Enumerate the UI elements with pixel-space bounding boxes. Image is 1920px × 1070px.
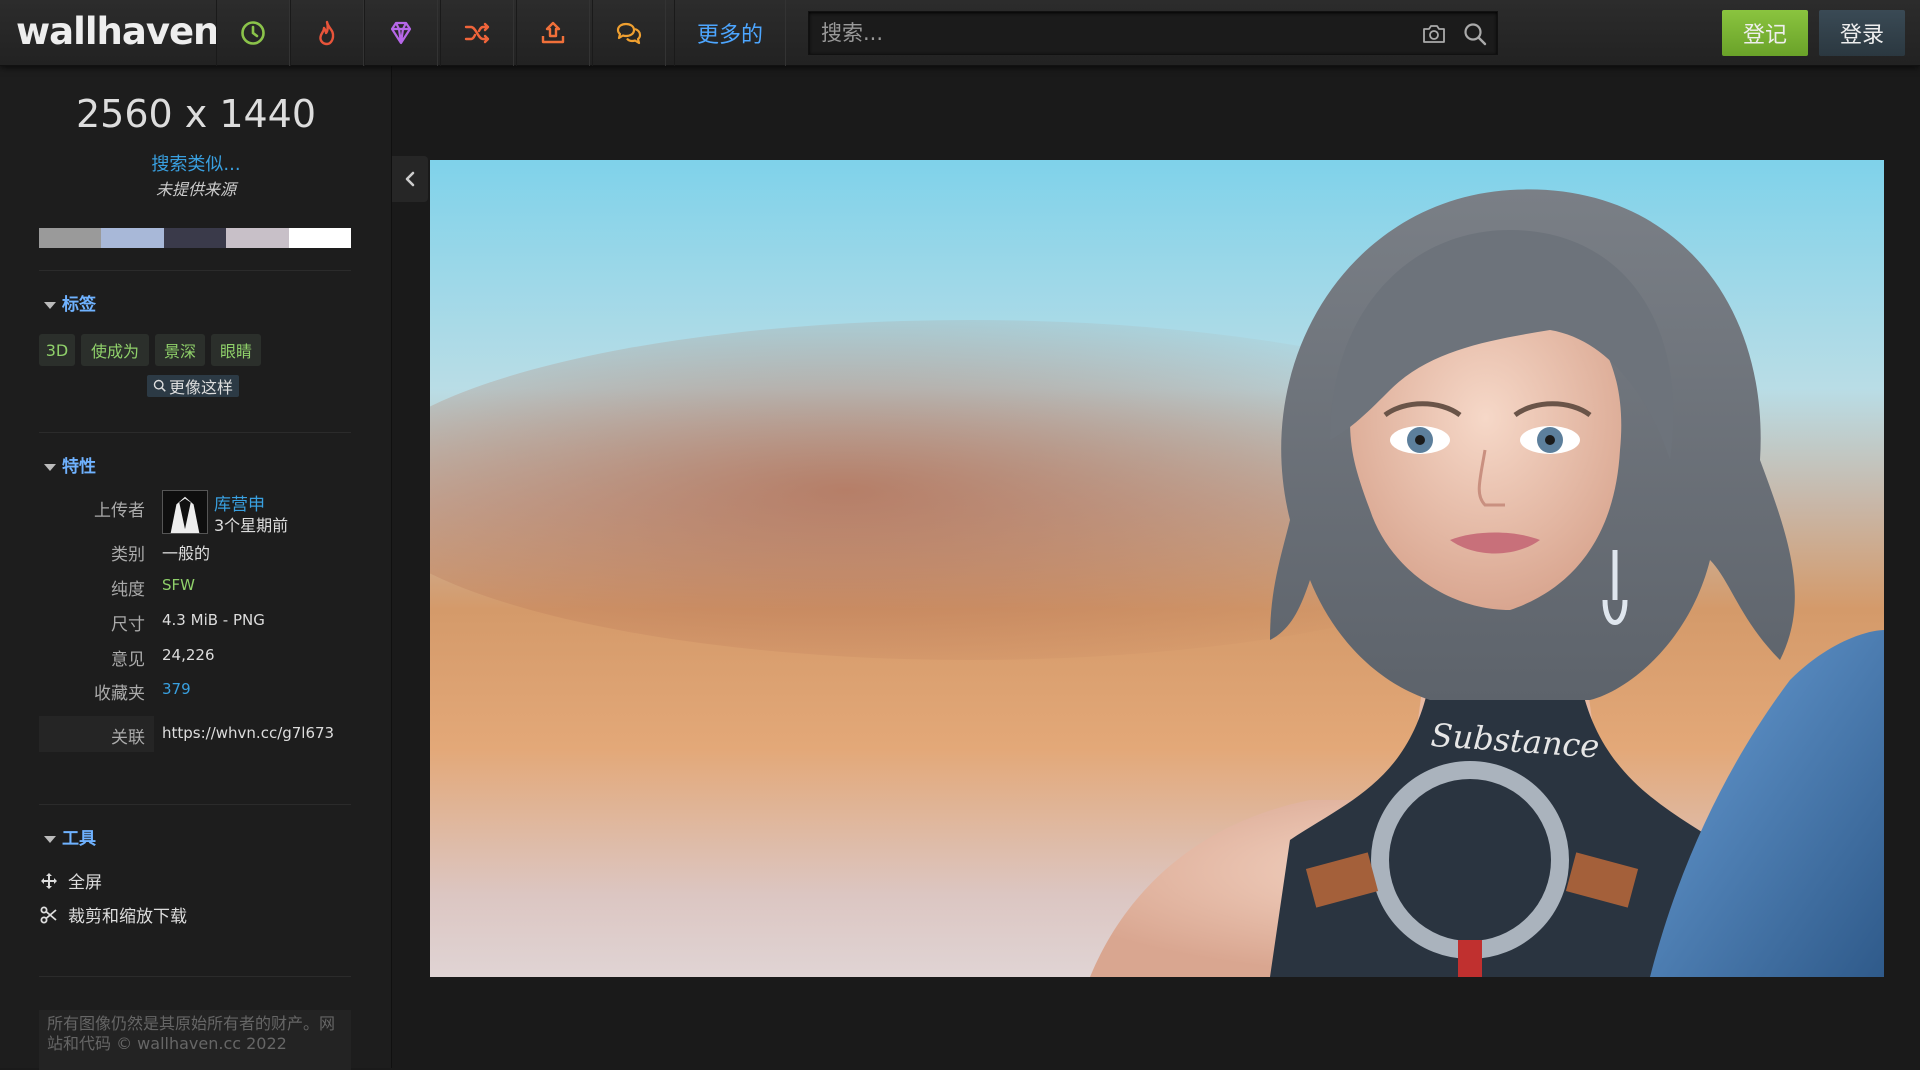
short-link-value[interactable]: https://whvn.cc/g7l673 xyxy=(162,724,334,742)
divider xyxy=(39,270,351,271)
collapse-triangle-icon xyxy=(44,301,56,309)
color-palette xyxy=(39,228,352,248)
short-link-row: 关联 https://whvn.cc/g7l673 xyxy=(39,716,351,752)
palette-swatch[interactable] xyxy=(163,228,227,248)
latest-icon xyxy=(241,21,265,45)
properties-heading[interactable]: 特性 xyxy=(44,452,96,477)
uploader-label: 上传者 xyxy=(94,501,145,521)
move-arrows-icon xyxy=(41,872,57,889)
category-label: 类别 xyxy=(111,545,145,565)
main-content: Substance xyxy=(392,66,1920,1068)
tags-heading[interactable]: 标签 xyxy=(44,290,96,315)
divider xyxy=(39,976,351,977)
wallpaper-illustration: Substance xyxy=(430,160,1884,977)
scissors-icon xyxy=(40,906,57,923)
palette-swatch[interactable] xyxy=(226,228,289,248)
more-like-this-label: 更像这样 xyxy=(169,378,234,397)
toplist-icon xyxy=(390,21,412,45)
random-icon xyxy=(464,22,490,44)
login-button[interactable]: 登录 xyxy=(1819,10,1905,56)
wallpaper-image[interactable]: Substance xyxy=(430,160,1884,977)
palette-swatch[interactable] xyxy=(39,228,102,248)
crop-download-label: 裁剪和缩放下载 xyxy=(68,907,187,927)
tag-eyes[interactable]: 眼睛 xyxy=(211,334,261,366)
properties-heading-label: 特性 xyxy=(62,457,96,477)
divider xyxy=(39,804,351,805)
favorites-link[interactable]: 379 xyxy=(162,680,191,698)
avatar[interactable] xyxy=(162,490,208,534)
palette-swatch[interactable] xyxy=(288,228,352,248)
nav-toplist-button[interactable] xyxy=(364,0,438,66)
more-menu-button[interactable]: 更多的 xyxy=(674,0,786,66)
favorites-label: 收藏夹 xyxy=(94,684,145,704)
search-icon xyxy=(153,379,166,392)
camera-icon[interactable] xyxy=(1421,21,1447,47)
tag-render[interactable]: 使成为 xyxy=(81,334,149,366)
uploaded-time: 3个星期前 xyxy=(214,516,289,535)
nav-latest-button[interactable] xyxy=(216,0,290,66)
tag-depth-of-field[interactable]: 景深 xyxy=(155,334,205,366)
copyright-footer: 所有图像仍然是其原始所有者的财产。网站和代码 © wallhaven.cc 20… xyxy=(39,1010,351,1070)
fullscreen-label: 全屏 xyxy=(68,873,102,893)
forums-icon xyxy=(616,22,642,45)
source-text: 未提供来源 xyxy=(155,180,236,199)
search-similar-link[interactable]: 搜索类似... xyxy=(0,150,392,176)
nav-hot-button[interactable] xyxy=(290,0,364,66)
nav-random-button[interactable] xyxy=(440,0,514,66)
tools-heading-label: 工具 xyxy=(62,829,96,849)
collapse-sidebar-button[interactable] xyxy=(392,156,428,202)
palette-swatch[interactable] xyxy=(101,228,164,248)
tags-heading-label: 标签 xyxy=(62,295,96,315)
collapse-triangle-icon xyxy=(44,463,56,471)
nav-upload-button[interactable] xyxy=(516,0,590,66)
search-input[interactable] xyxy=(821,12,1381,54)
fullscreen-button[interactable]: 全屏 xyxy=(40,868,102,893)
views-value: 24,226 xyxy=(162,646,215,664)
tag-3d[interactable]: 3D xyxy=(39,334,75,366)
search-bar xyxy=(808,11,1498,55)
resolution-title[interactable]: 2560 x 1440 xyxy=(0,92,392,136)
divider xyxy=(39,432,351,433)
views-label: 意见 xyxy=(111,650,145,670)
nav-forums-button[interactable] xyxy=(592,0,666,66)
purity-value: SFW xyxy=(162,576,195,594)
search-icon[interactable] xyxy=(1461,20,1489,48)
upload-icon xyxy=(541,21,565,44)
sidebar: 2560 x 1440 搜索类似... 未提供来源 标签 3D 使成为 景深 眼… xyxy=(0,66,392,1070)
hot-icon xyxy=(319,20,335,46)
more-like-this-button[interactable]: 更像这样 xyxy=(147,375,240,397)
register-button[interactable]: 登记 xyxy=(1722,10,1808,56)
collapse-triangle-icon xyxy=(44,835,56,843)
site-logo[interactable]: wallhaven xyxy=(16,10,219,53)
uploader-avatar-image xyxy=(163,491,207,533)
tools-heading[interactable]: 工具 xyxy=(44,824,96,849)
chevron-left-icon xyxy=(405,171,415,187)
crop-download-button[interactable]: 裁剪和缩放下载 xyxy=(40,902,187,927)
purity-label: 纯度 xyxy=(111,580,145,600)
short-link-label: 关联 xyxy=(111,728,145,748)
size-value: 4.3 MiB - PNG xyxy=(162,611,265,629)
top-bar: wallhaven 更多的 登记 登录 xyxy=(0,0,1920,66)
category-value: 一般的 xyxy=(162,544,211,563)
size-label: 尺寸 xyxy=(111,615,145,635)
